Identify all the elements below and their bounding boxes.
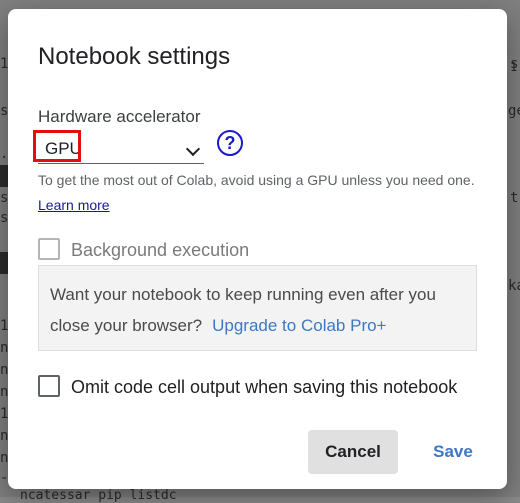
gpu-hint-text: To get the most out of Colab, avoid usin… (38, 168, 478, 218)
dialog-title: Notebook settings (38, 43, 231, 70)
chevron-down-icon (185, 141, 201, 157)
omit-output-label: Omit code cell output when saving this n… (71, 377, 458, 397)
learn-more-link[interactable]: Learn more (38, 197, 110, 213)
notebook-settings-dialog: Notebook settings Hardware accelerator G… (8, 9, 507, 489)
upgrade-link[interactable]: Upgrade to Colab Pro+ (212, 316, 386, 335)
background-execution-label: Background execution (71, 240, 250, 260)
hardware-accelerator-label: Hardware accelerator (38, 107, 201, 126)
hint-text: To get the most out of Colab, avoid usin… (38, 172, 475, 188)
save-button[interactable]: Save (420, 430, 486, 474)
bg-fragment: ncatessar pip listdc (20, 488, 177, 503)
hardware-accelerator-select[interactable]: GPU (33, 130, 204, 164)
bg-fragment: ka (508, 278, 520, 294)
bg-fragment: ge (508, 103, 520, 119)
bg-fragment: 1 (510, 60, 518, 74)
pro-upgrade-panel: Want your notebook to keep running even … (38, 265, 477, 351)
omit-output-checkbox[interactable] (38, 375, 60, 397)
bg-fragment: t (510, 190, 519, 206)
help-icon[interactable]: ? (217, 130, 243, 156)
background-execution-checkbox[interactable] (38, 238, 60, 260)
cancel-button[interactable]: Cancel (308, 430, 398, 474)
highlight-box (33, 130, 81, 162)
